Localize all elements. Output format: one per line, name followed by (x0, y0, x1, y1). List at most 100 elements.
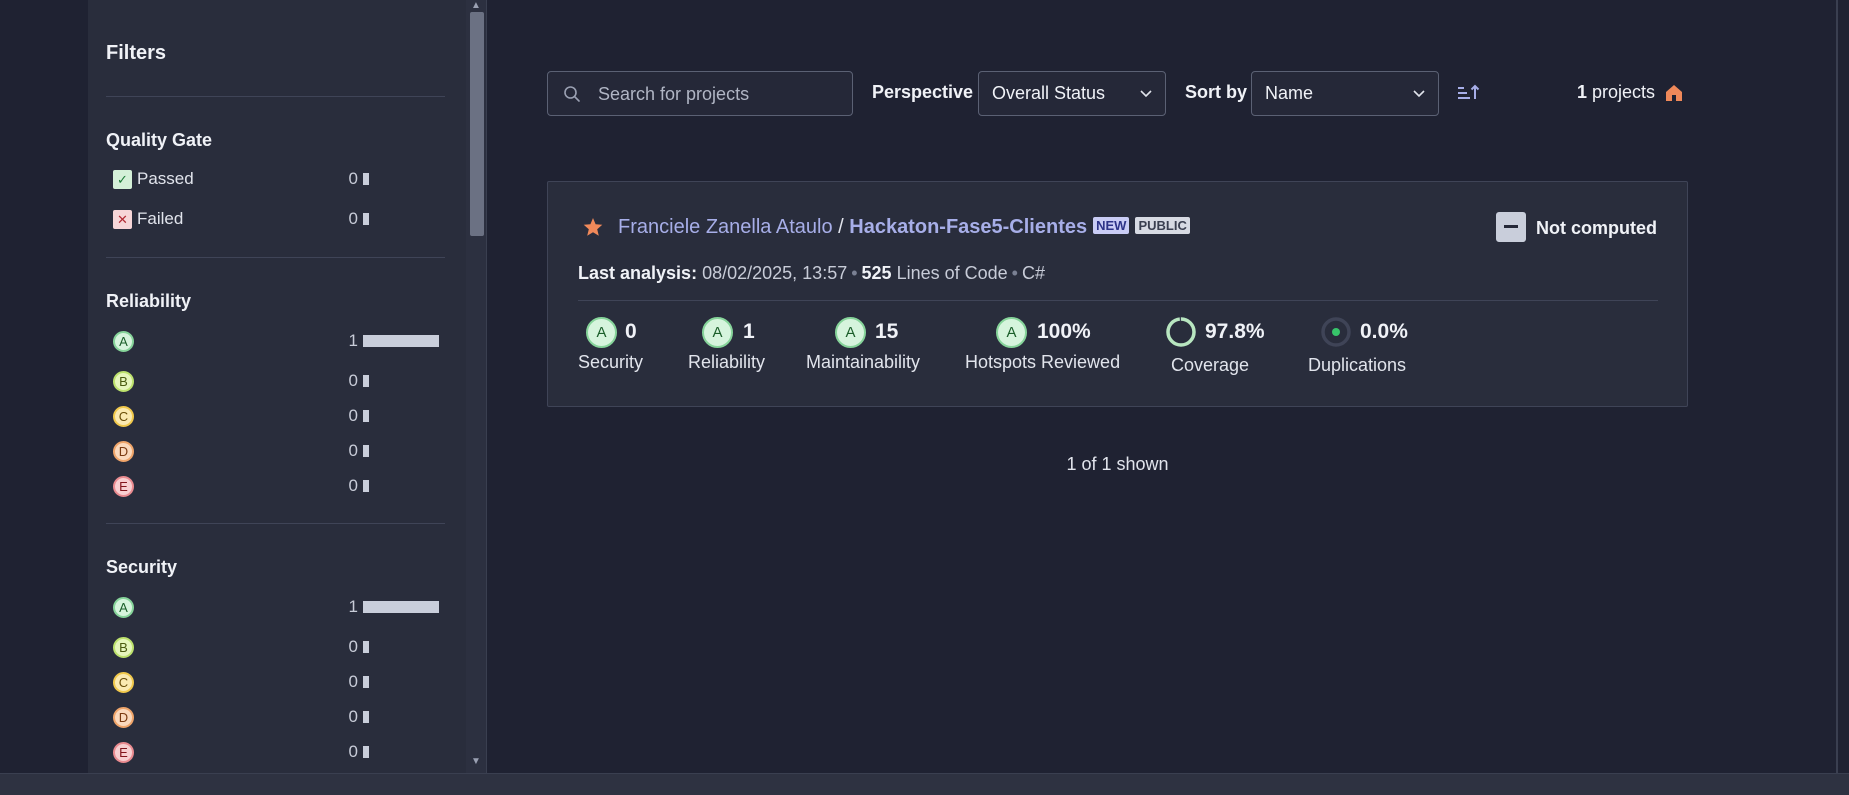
coverage-donut-icon (1166, 317, 1196, 347)
sort-ascending-icon[interactable] (1456, 83, 1480, 103)
divider (106, 523, 445, 524)
metric-value: 15 (875, 320, 899, 343)
project-separator: / (832, 216, 850, 238)
scroll-up-arrow-icon[interactable]: ▲ (471, 0, 481, 11)
project-title: Franciele Zanella Ataulo / Hackaton-Fase… (618, 216, 1190, 239)
divider (106, 257, 445, 258)
metric-label: Maintainability (806, 352, 921, 372)
project-card: Franciele Zanella Ataulo / Hackaton-Fase… (547, 181, 1688, 407)
facet-item-reliability-a[interactable]: A 1 (113, 329, 446, 353)
last-analysis-label: Last analysis: (578, 263, 698, 283)
facet-count: 0 (348, 371, 358, 390)
star-icon[interactable] (582, 216, 604, 238)
public-badge: PUBLIC (1135, 217, 1190, 234)
facet-count: 0 (348, 672, 358, 691)
metric-label: Hotspots Reviewed (965, 352, 1121, 372)
sort-select[interactable]: Name (1251, 71, 1439, 116)
facet-bar (363, 213, 369, 225)
facet-item-failed[interactable]: ✕ Failed 0 (113, 207, 446, 231)
loc-label: Lines of Code (896, 263, 1008, 283)
check-icon: ✓ (113, 170, 132, 189)
metric-value: 97.8% (1205, 320, 1265, 343)
sidebar-scrollbar[interactable]: ▲ ▼ (466, 0, 486, 773)
cross-icon: ✕ (113, 210, 132, 229)
facet-item-security-e[interactable]: E 0 (113, 740, 446, 764)
last-analysis-value: 08/02/2025, 13:57 (702, 263, 848, 283)
sort-value: Name (1265, 83, 1314, 103)
facet-item-passed[interactable]: ✓ Passed 0 (113, 167, 446, 191)
facet-item-security-c[interactable]: C 0 (113, 670, 446, 694)
project-count: 1 projects (1577, 82, 1655, 103)
project-org-link[interactable]: Franciele Zanella Ataulo (618, 216, 833, 238)
last-analysis-line: Last analysis: 08/02/2025, 13:57 • 525 Lin… (578, 263, 1045, 283)
facet-bar (363, 746, 369, 758)
facet-item-reliability-e[interactable]: E 0 (113, 474, 446, 498)
filters-title: Filters (106, 42, 167, 64)
rating-a-badge: A (702, 317, 733, 348)
metric-label: Duplications (1308, 355, 1407, 375)
quality-gate-not-computed-icon (1496, 212, 1526, 242)
divider (106, 96, 445, 97)
facet-count: 0 (348, 441, 358, 460)
metric-value: 100% (1037, 320, 1091, 343)
loc-value: 525 (861, 263, 892, 283)
perspective-select[interactable]: Overall Status (978, 71, 1166, 116)
chevron-down-icon (1413, 90, 1425, 98)
projects-main: Perspective Overall Status Sort by Name … (547, 0, 1688, 773)
reliability-facet-title: Reliability (106, 291, 192, 311)
facet-count: 0 (348, 742, 358, 761)
facet-label: Failed (137, 209, 184, 228)
metric-value: 0.0% (1360, 320, 1408, 343)
chevron-down-icon (1140, 90, 1152, 98)
facet-count: 0 (348, 476, 358, 495)
divider (578, 300, 1658, 301)
scroll-down-arrow-icon[interactable]: ▼ (471, 756, 481, 767)
page-right-edge (1836, 0, 1838, 773)
facet-count: 0 (348, 209, 358, 228)
sort-label: Sort by (1185, 82, 1248, 102)
rating-e-badge: E (113, 742, 134, 763)
metric-label: Reliability (688, 352, 766, 372)
facet-item-security-d[interactable]: D 0 (113, 705, 446, 729)
facet-bar (363, 375, 369, 387)
facet-item-security-b[interactable]: B 0 (113, 635, 446, 659)
perspective-value: Overall Status (992, 83, 1106, 103)
rating-a-badge: A (586, 317, 617, 348)
metric-value: 0 (625, 320, 637, 343)
metric-label: Coverage (1171, 355, 1250, 375)
facet-count: 0 (348, 707, 358, 726)
facet-count: 0 (348, 169, 358, 188)
project-name-link[interactable]: Hackaton-Fase5-Clientes (849, 216, 1087, 238)
rating-a-badge: A (113, 597, 134, 618)
filters-sidebar: Filters Quality Gate ✓ Passed 0 ✕ Failed… (88, 0, 487, 773)
bottom-bar (0, 773, 1849, 795)
rating-b-badge: B (113, 371, 134, 392)
facet-count: 1 (348, 331, 358, 350)
rating-d-badge: D (113, 707, 134, 728)
project-count-number: 1 (1577, 82, 1588, 102)
rating-a-badge: A (996, 317, 1027, 348)
facet-item-security-a[interactable]: A 1 (113, 595, 446, 619)
search-box[interactable] (547, 71, 853, 116)
scroll-thumb[interactable] (470, 12, 484, 236)
search-input[interactable] (598, 82, 838, 106)
facet-item-reliability-c[interactable]: C 0 (113, 404, 446, 428)
facet-bar (363, 335, 439, 347)
facet-count: 0 (348, 637, 358, 656)
quality-gate-status: Not computed (1536, 218, 1657, 238)
facet-bar (363, 641, 369, 653)
facet-bar (363, 173, 369, 185)
facet-label: Passed (137, 169, 194, 188)
pagination-shown: 1 of 1 shown (1066, 454, 1169, 474)
facet-item-reliability-d[interactable]: D 0 (113, 439, 446, 463)
facet-count: 1 (348, 597, 358, 616)
metric-label: Security (578, 352, 644, 372)
home-icon[interactable] (1664, 83, 1684, 103)
rating-d-badge: D (113, 441, 134, 462)
facet-bar (363, 676, 369, 688)
rating-e-badge: E (113, 476, 134, 497)
facet-item-reliability-b[interactable]: B 0 (113, 369, 446, 393)
facet-bar (363, 711, 369, 723)
facet-bar (363, 445, 369, 457)
rating-c-badge: C (113, 406, 134, 427)
